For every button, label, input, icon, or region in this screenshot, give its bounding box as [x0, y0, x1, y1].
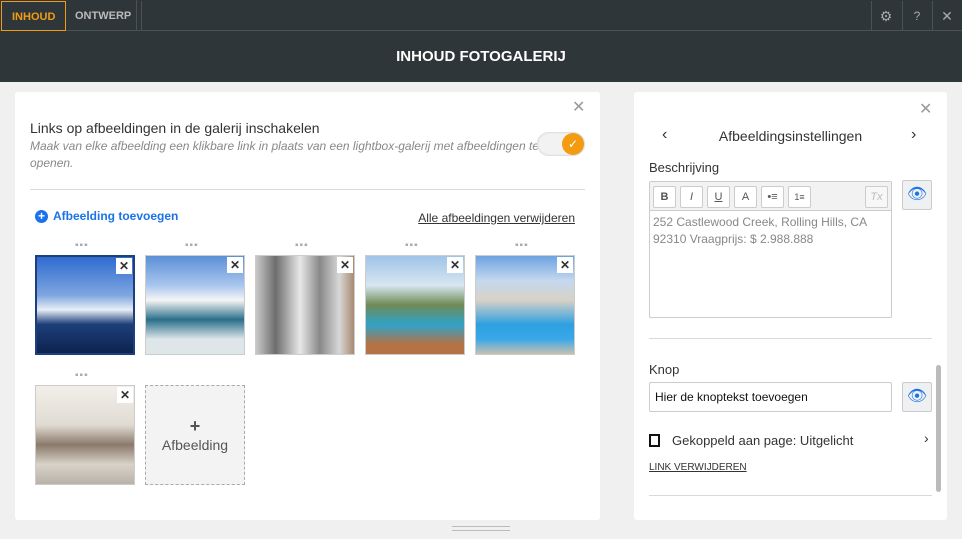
bold-button[interactable]: B [653, 186, 676, 208]
description-editor[interactable]: B I U A •≡ 1≡ Tx 252 Castlewood Creek, R… [649, 181, 892, 318]
page-title: INHOUD FOTOGALERIJ [0, 31, 962, 82]
eye-icon[interactable]: 👁 [902, 382, 932, 412]
top-bar: INHOUD ONTWERP ⚙ ? ✕ [0, 0, 962, 31]
help-icon[interactable]: ? [902, 1, 931, 31]
gallery-image[interactable]: ✕ [145, 255, 245, 355]
plus-circle-icon: + [35, 210, 48, 223]
page-icon [649, 434, 660, 447]
gallery-image[interactable]: ✕ [35, 255, 135, 355]
image-settings-panel: ✕ ‹ Afbeeldingsinstellingen › Beschrijvi… [634, 92, 947, 520]
settings-title: Afbeeldingsinstellingen [718, 128, 863, 144]
links-toggle[interactable]: ✓ [537, 132, 585, 156]
bullet-list-button[interactable]: •≡ [761, 186, 784, 208]
toggle-description: Maak van elke afbeelding een klikbare li… [30, 139, 539, 170]
text-color-button[interactable]: A [734, 186, 757, 208]
button-text-input[interactable]: Hier de knoptekst toevoegen [649, 382, 892, 412]
remove-image-icon[interactable]: ✕ [227, 257, 243, 273]
remove-image-icon[interactable]: ✕ [116, 258, 132, 274]
gear-icon[interactable]: ⚙ [871, 1, 900, 31]
numbered-list-button[interactable]: 1≡ [788, 186, 811, 208]
gallery-image[interactable]: ✕ [255, 255, 355, 355]
description-label: Beschrijving [649, 160, 720, 175]
remove-image-icon[interactable]: ✕ [557, 257, 573, 273]
eye-icon[interactable]: 👁 [902, 180, 932, 210]
gallery-image[interactable]: ✕ [35, 385, 135, 485]
gallery-image[interactable]: ✕ [365, 255, 465, 355]
remove-image-icon[interactable]: ✕ [447, 257, 463, 273]
italic-button[interactable]: I [680, 186, 703, 208]
remove-image-icon[interactable]: ✕ [337, 257, 353, 273]
button-label: Knop [649, 362, 680, 377]
chevron-right-icon[interactable]: › [924, 430, 929, 446]
close-icon[interactable]: ✕ [572, 97, 585, 117]
remove-link[interactable]: LINK VERWIJDEREN [649, 462, 747, 473]
close-icon[interactable]: ✕ [932, 1, 961, 31]
remove-image-icon[interactable]: ✕ [117, 387, 133, 403]
linked-page-row[interactable]: Gekoppeld aan page: Uitgelicht [649, 433, 853, 448]
close-icon[interactable]: ✕ [919, 99, 932, 119]
resize-handle[interactable] [452, 526, 510, 531]
tab-inhoud[interactable]: INHOUD [1, 1, 67, 31]
gallery-panel: ✕ Links op afbeeldingen in de galerij in… [15, 92, 600, 520]
add-image-button[interactable]: + Afbeelding toevoegen [35, 209, 178, 223]
add-image-tile[interactable]: + Afbeelding [145, 385, 245, 485]
underline-button[interactable]: U [707, 186, 730, 208]
toggle-title: Links op afbeeldingen in de galerij insc… [30, 120, 320, 136]
plus-icon: + [189, 416, 201, 436]
chevron-right-icon[interactable]: › [911, 126, 916, 144]
check-icon: ✓ [562, 133, 584, 155]
clear-format-button[interactable]: Tx [865, 186, 888, 208]
remove-all-link[interactable]: Alle afbeeldingen verwijderen [418, 211, 575, 225]
tab-ontwerp[interactable]: ONTWERP [65, 1, 143, 31]
description-text[interactable]: 252 Castlewood Creek, Rolling Hills, CA … [650, 211, 891, 251]
scrollbar[interactable] [936, 365, 941, 492]
gallery-image[interactable]: ✕ [475, 255, 575, 355]
